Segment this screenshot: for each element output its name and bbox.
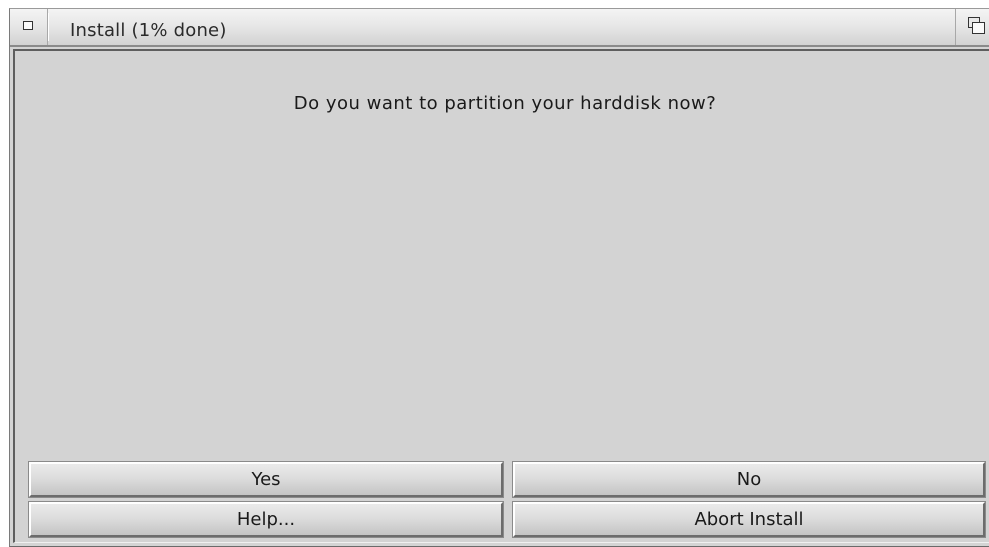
help-button[interactable]: Help... <box>28 501 504 538</box>
depth-arrange-icon[interactable] <box>955 9 989 45</box>
yes-button[interactable]: Yes <box>28 461 504 498</box>
depth-front-square <box>972 22 985 34</box>
window-title: Install (1% done) <box>70 20 227 41</box>
close-box-glyph <box>23 21 33 30</box>
close-gadget-icon[interactable] <box>10 9 49 45</box>
dialog-question: Do you want to partition your harddisk n… <box>293 93 717 114</box>
no-button[interactable]: No <box>512 461 986 498</box>
title-bar[interactable]: Install (1% done) <box>10 9 989 47</box>
abort-install-button[interactable]: Abort Install <box>512 501 986 538</box>
dialog-body: Do you want to partition your harddisk n… <box>13 49 989 543</box>
installer-window: Install (1% done) Do you want to partiti… <box>9 8 989 547</box>
